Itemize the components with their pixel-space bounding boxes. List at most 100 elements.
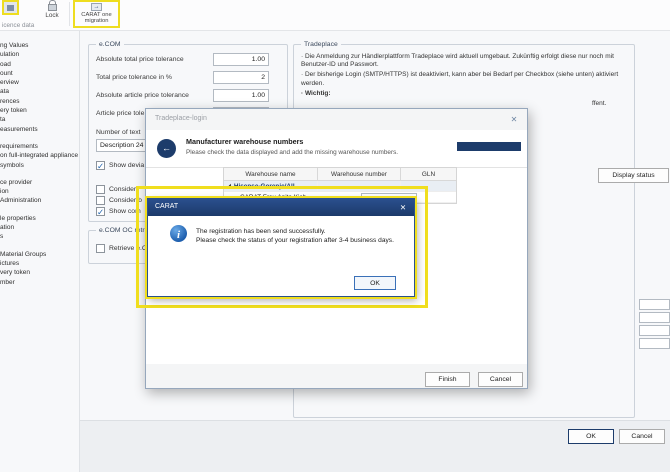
back-arrow-icon: ←	[162, 143, 171, 153]
message-line-1: The registration has been send successfu…	[196, 227, 394, 236]
field-label-article-price-tolerance: Article price tole	[96, 107, 144, 120]
show-deviation-label: Show devia	[109, 161, 144, 170]
carat-message-dialog: CARAT ✕ i The registration has been send…	[147, 198, 415, 297]
field-label-abs-article-tolerance: Absolute article price tolerance	[96, 89, 189, 102]
sidebar-item[interactable]: oad	[0, 60, 79, 69]
combobox-value: Description 24	[100, 142, 143, 149]
column-gln[interactable]: GLN	[401, 168, 456, 180]
ribbon-toolbar: Lock → CARAT one migration icence data	[0, 0, 670, 31]
tradeplace-field-stub-2[interactable]	[639, 312, 670, 323]
wizard-header: ← Manufacturer warehouse numbers Please …	[146, 130, 527, 168]
show-com-label: Show com	[109, 207, 141, 216]
sidebar-nav: ng Values ulation oad ount erview ata re…	[0, 31, 80, 472]
consider-b-label: Consider b	[109, 196, 142, 205]
retrieve-ecom-checkbox[interactable]	[96, 244, 105, 253]
sidebar-item[interactable]: requirements	[0, 142, 79, 151]
ribbon-group-caption: icence data	[2, 22, 34, 29]
expander-icon[interactable]: ◢	[227, 183, 231, 189]
field-label-abs-total-tolerance: Absolute total price tolerance	[96, 53, 184, 66]
show-com-checkbox[interactable]: ✓	[96, 207, 105, 216]
sidebar-group: requirements on full-integrated applianc…	[0, 142, 79, 170]
sidebar-item[interactable]: ulation	[0, 50, 79, 59]
tradeplace-text-fragment: ffent.	[592, 100, 606, 107]
footer-bar	[80, 420, 670, 472]
sidebar-item[interactable]: very token	[0, 268, 79, 277]
display-status-button[interactable]: Display status	[598, 168, 669, 183]
info-icon: i	[170, 225, 187, 242]
table-header-row: Warehouse name Warehouse number GLN	[224, 168, 456, 181]
sidebar-group: ce provider ion Administration	[0, 178, 79, 206]
sidebar-item[interactable]: le properties	[0, 214, 79, 223]
wizard-progress-bar	[457, 142, 521, 151]
retrieve-ecom-label: Retrieve e.C	[109, 244, 147, 253]
total-tolerance-pct-input[interactable]	[213, 71, 269, 84]
show-deviation-checkbox[interactable]: ✓	[96, 161, 105, 170]
sidebar-item[interactable]: ce provider	[0, 178, 79, 187]
sidebar-item[interactable]: s	[0, 232, 79, 241]
wizard-cancel-button[interactable]: Cancel	[478, 372, 523, 387]
toolbar-icon	[7, 5, 14, 11]
column-warehouse-name[interactable]: Warehouse name	[224, 168, 318, 180]
message-title: CARAT	[155, 203, 178, 210]
sidebar-item[interactable]: Material Groups	[0, 250, 79, 259]
consider-checkbox[interactable]	[96, 185, 105, 194]
wizard-step-title: Manufacturer warehouse numbers	[186, 137, 303, 146]
dialog-close-icon[interactable]: ✕	[507, 113, 521, 127]
column-warehouse-number[interactable]: Warehouse number	[318, 168, 401, 180]
lock-label: Lock	[38, 12, 66, 19]
sidebar-item[interactable]: rences	[0, 97, 79, 106]
message-titlebar[interactable]: CARAT ✕	[148, 199, 414, 216]
abs-total-tolerance-input[interactable]	[213, 53, 269, 66]
toolbar-separator	[69, 2, 70, 26]
tradeplace-group-title: Tradeplace	[301, 40, 341, 49]
lock-button[interactable]: Lock	[38, 0, 66, 26]
cancel-button[interactable]: Cancel	[619, 429, 665, 444]
consider-label: Consider	[109, 185, 136, 194]
message-line-2: Please check the status of your registra…	[196, 236, 394, 245]
abs-article-tolerance-input[interactable]	[213, 89, 269, 102]
dialog-titlebar[interactable]: Tradeplace-login ✕	[146, 109, 527, 130]
sidebar-item[interactable]: easurements	[0, 125, 79, 134]
back-button[interactable]: ←	[157, 139, 176, 158]
tradeplace-field-stub-4[interactable]	[639, 338, 670, 349]
sidebar-item[interactable]: ta	[0, 115, 79, 124]
tradeplace-paragraph-3: · Wichtig:	[301, 90, 629, 98]
finish-button[interactable]: Finish	[425, 372, 470, 387]
message-close-icon[interactable]: ✕	[396, 201, 410, 214]
sidebar-item[interactable]: ictures	[0, 259, 79, 268]
sidebar-item[interactable]: ation	[0, 223, 79, 232]
sidebar-group: le properties ation s	[0, 214, 79, 242]
tradeplace-info-text: · Die Anmeldung zur Händlerplattform Tra…	[301, 53, 629, 100]
sidebar-group: ng Values ulation oad ount erview ata re…	[0, 41, 79, 134]
tradeplace-paragraph-2: · Der bisherige Login (SMTP/HTTPS) ist d…	[301, 71, 629, 87]
sidebar-item[interactable]: mber	[0, 278, 79, 287]
sidebar-item[interactable]: ount	[0, 69, 79, 78]
consider-b-checkbox[interactable]	[96, 196, 105, 205]
table-row-group[interactable]: ◢ Hisense-Gorenje/All	[224, 181, 456, 192]
message-text: The registration has been send successfu…	[196, 227, 394, 245]
sidebar-item[interactable]: erview	[0, 78, 79, 87]
tradeplace-paragraph-1: · Die Anmeldung zur Händlerplattform Tra…	[301, 53, 629, 69]
highlighted-toolbar-icon[interactable]	[2, 0, 19, 15]
ok-button[interactable]: OK	[568, 429, 614, 444]
sidebar-item[interactable]: on full-integrated appliance	[0, 151, 79, 160]
sidebar-item[interactable]: ata	[0, 87, 79, 96]
wizard-step-subtitle: Please check the data displayed and add …	[186, 149, 398, 156]
sidebar-item[interactable]: ery token	[0, 106, 79, 115]
lock-icon	[48, 0, 57, 11]
carat-one-migration-label: CARAT one migration	[75, 12, 118, 25]
tradeplace-field-stub-1[interactable]	[639, 299, 670, 310]
info-glyph: i	[177, 229, 180, 241]
ecom-group-title: e.COM	[96, 40, 124, 49]
carat-one-migration-button[interactable]: → CARAT one migration	[73, 0, 120, 28]
sidebar-item[interactable]: Administration	[0, 196, 79, 205]
sidebar-item[interactable]: ng Values	[0, 41, 79, 50]
migration-icon: →	[91, 3, 102, 11]
dialog-title: Tradeplace-login	[155, 115, 207, 122]
tradeplace-field-stub-3[interactable]	[639, 325, 670, 336]
application-window: Lock → CARAT one migration icence data n…	[0, 0, 670, 472]
migration-arrow-glyph: →	[94, 4, 100, 10]
sidebar-item[interactable]: symbols	[0, 161, 79, 170]
sidebar-item[interactable]: ion	[0, 187, 79, 196]
message-ok-button[interactable]: OK	[354, 276, 396, 290]
